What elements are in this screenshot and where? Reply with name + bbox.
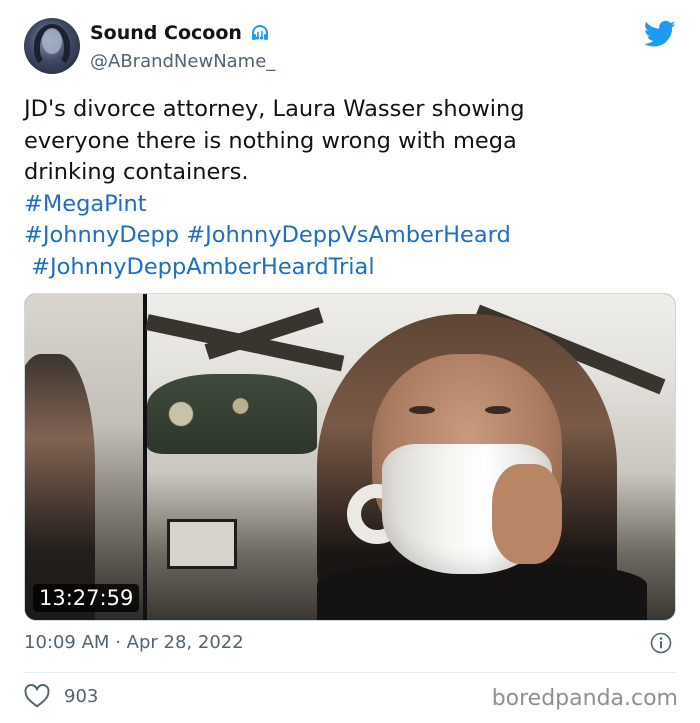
- tweet-date[interactable]: Apr 28, 2022: [127, 632, 244, 653]
- tweet-text-line: drinking containers.: [24, 159, 249, 185]
- hashtag-link[interactable]: #JohnnyDeppVsAmberHeard: [186, 222, 511, 248]
- meta-separator: ·: [115, 632, 121, 653]
- media-left-panel: [25, 294, 143, 620]
- info-icon[interactable]: [650, 632, 672, 654]
- like-action[interactable]: 903: [24, 684, 98, 708]
- hashtag-link[interactable]: #JohnnyDeppAmberHeardTrial: [31, 254, 374, 280]
- author-display-name[interactable]: Sound Cocoon: [90, 22, 242, 44]
- tweet-card: Sound Cocoon @ABrandNewName_ JD's divorc…: [0, 0, 700, 723]
- tweet-text: JD's divorce attorney, Laura Wasser show…: [24, 94, 664, 283]
- heart-icon[interactable]: [24, 684, 50, 708]
- avatar[interactable]: [24, 18, 80, 74]
- video-timestamp-overlay: 13:27:59: [33, 584, 140, 612]
- tweet-text-line: JD's divorce attorney, Laura Wasser show…: [24, 96, 525, 122]
- divider: [24, 672, 676, 673]
- tweet-media-image[interactable]: 13:27:59: [24, 293, 676, 621]
- tweet-time[interactable]: 10:09 AM: [24, 632, 109, 653]
- hashtag-link[interactable]: #JohnnyDepp: [24, 222, 179, 248]
- twitter-bird-icon[interactable]: [644, 20, 676, 48]
- author-handle[interactable]: @ABrandNewName_: [90, 51, 275, 72]
- like-count: 903: [64, 685, 99, 707]
- hashtag-link[interactable]: #MegaPint: [24, 191, 147, 217]
- author-name-row[interactable]: Sound Cocoon: [90, 22, 270, 44]
- watermark: boredpanda.com: [491, 686, 678, 711]
- media-main-panel: [145, 294, 675, 620]
- tweet-timestamp[interactable]: 10:09 AM · Apr 28, 2022: [24, 632, 244, 653]
- tweet-text-line: everyone there is nothing wrong with meg…: [24, 127, 517, 154]
- headphones-icon: [250, 23, 270, 43]
